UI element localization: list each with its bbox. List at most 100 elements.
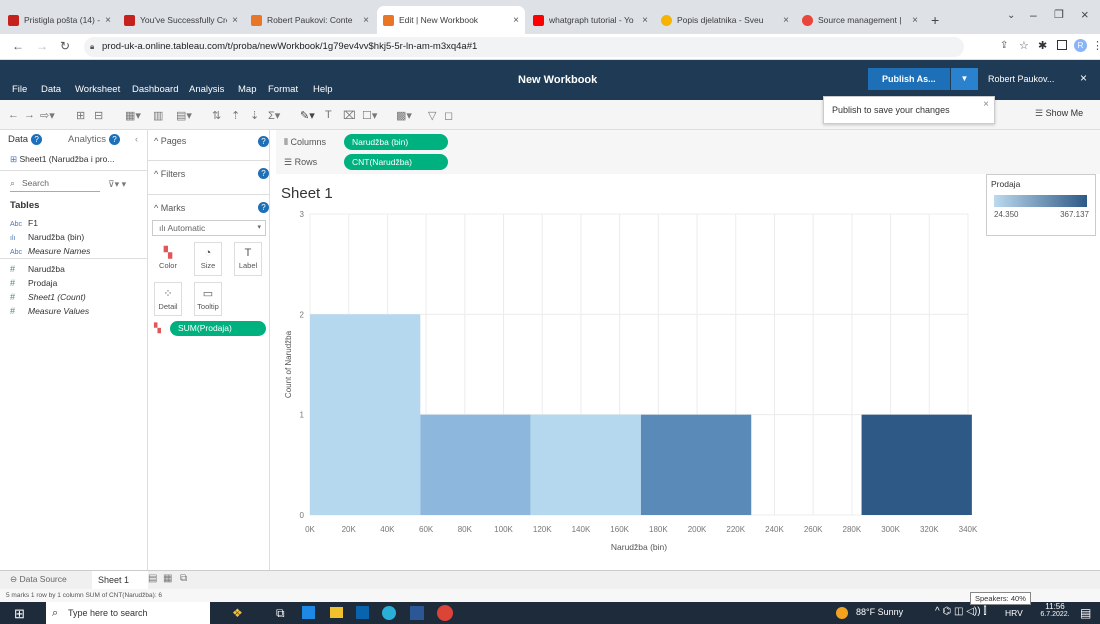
pause-updates-icon[interactable]: ⊟ [94, 109, 103, 122]
close-icon[interactable]: × [105, 15, 111, 26]
browser-tab[interactable]: whatgraph tutorial - Yo × [527, 6, 654, 34]
datasource-item[interactable]: ⊞ Sheet1 (Narudžba i pro... [10, 154, 114, 165]
word-icon[interactable] [410, 606, 424, 620]
new-datasource-icon[interactable]: ⊞ [76, 109, 85, 122]
tray-icons[interactable]: ^ ⌬ ◫ ◁)) ⫿ [935, 606, 987, 617]
tooltip-icon[interactable]: ▽ [428, 109, 436, 122]
new-dashboard-icon[interactable]: ▦ [163, 573, 172, 584]
chrome-icon[interactable] [437, 605, 453, 621]
menu-file[interactable]: File [12, 84, 27, 95]
browser-tab[interactable]: Pristigla pošta (14) - rp× [2, 6, 117, 34]
close-icon[interactable]: × [983, 99, 989, 110]
browser-tab[interactable]: You've Successfully Cre × [118, 6, 244, 34]
more-icon[interactable]: ⋮ [1092, 39, 1100, 52]
close-icon[interactable]: × [513, 15, 519, 26]
edge-icon[interactable] [382, 606, 396, 620]
restore-icon[interactable]: ❐ [1054, 8, 1064, 21]
publish-dropdown-icon[interactable]: ▼ [950, 68, 978, 90]
tab-data-source[interactable]: ⊖ Data Source [10, 574, 67, 585]
close-icon[interactable]: × [642, 15, 648, 26]
close-icon[interactable]: × [783, 15, 789, 26]
replace-datasource-icon[interactable]: ⇨▾ [40, 109, 55, 122]
browser-tab[interactable]: Source management | × [796, 6, 924, 34]
size-card[interactable]: ◔ Size [194, 242, 222, 276]
histogram-bar[interactable] [640, 414, 752, 515]
menu-help[interactable]: Help [313, 84, 333, 95]
pages-shelf[interactable]: ^ Pages [154, 136, 186, 146]
format-icon[interactable]: ⌧ [343, 109, 356, 122]
color-card[interactable]: ▚ Color [154, 242, 182, 276]
new-story-icon[interactable]: ⧉ [180, 573, 187, 584]
weather-text[interactable]: 88°F Sunny [856, 607, 903, 617]
tab-data[interactable]: Data? [8, 134, 43, 145]
menu-map[interactable]: Map [238, 84, 256, 95]
notifications-icon[interactable]: ▤ [1080, 606, 1091, 620]
sidebar-icon[interactable] [1057, 40, 1067, 50]
close-icon[interactable]: × [912, 15, 918, 26]
reload-icon[interactable]: ↻ [60, 39, 70, 53]
menu-data[interactable]: Data [41, 84, 61, 95]
sort-desc-icon[interactable]: ⇣ [250, 109, 259, 122]
chevron-down-icon[interactable]: ⌄ [1007, 10, 1015, 21]
sort-asc-icon[interactable]: ⇡ [231, 109, 240, 122]
search-input[interactable]: ⌕ Search [10, 178, 100, 192]
language-indicator[interactable]: HRV [1005, 608, 1023, 618]
histogram-bar[interactable] [530, 414, 641, 515]
help-icon[interactable]: ? [31, 134, 43, 145]
collapse-icon[interactable]: ^ [154, 203, 161, 213]
detail-card[interactable]: ⁘ Detail [154, 282, 182, 316]
help-icon[interactable]: ? [258, 202, 269, 213]
field-item[interactable]: # Measure Values [10, 306, 89, 316]
tooltip-card[interactable]: ▭ Tooltip [194, 282, 222, 316]
browser-tab[interactable]: Robert Paukovi: Conte × [245, 6, 375, 34]
redo-icon[interactable]: → [24, 109, 35, 121]
star-icon[interactable]: ☆ [1019, 39, 1029, 52]
field-item[interactable]: ılı Narudžba (bin) [10, 232, 84, 242]
highlight-icon[interactable]: ✎▾ [300, 109, 315, 122]
close-window-icon[interactable]: × [1081, 7, 1089, 22]
label-card[interactable]: T Label [234, 242, 262, 276]
histogram-bar[interactable] [310, 314, 421, 515]
filter-icon[interactable]: ⊽▾ ▾ [108, 179, 126, 190]
show-cards-icon[interactable]: ▩▾ [396, 109, 412, 122]
profile-avatar[interactable]: R [1074, 39, 1087, 52]
back-icon[interactable]: ← [12, 39, 24, 53]
help-icon[interactable]: ? [109, 134, 121, 145]
minimize-icon[interactable]: – [1030, 8, 1037, 22]
help-icon[interactable]: ? [258, 168, 269, 179]
mark-type-dropdown[interactable]: ılı Automatic ▾ [152, 220, 266, 236]
undo-icon[interactable]: ← [8, 109, 19, 121]
duplicate-sheet-icon[interactable]: ▥ [153, 109, 163, 122]
address-bar[interactable]: 🔒︎ prod-uk-a.online.tableau.com/t/proba/… [84, 37, 964, 57]
close-icon[interactable]: × [1080, 71, 1087, 85]
field-item[interactable]: Abc Measure Names [10, 246, 90, 256]
field-item[interactable]: Abc F1 [10, 218, 38, 228]
folder-icon[interactable] [330, 607, 343, 618]
menu-format[interactable]: Format [268, 84, 298, 95]
new-worksheet-icon[interactable]: ▤ [148, 573, 157, 584]
share-icon[interactable]: ⇪ [1000, 40, 1008, 51]
browser-tab[interactable]: Popis djelatnika - Sveu × [655, 6, 795, 34]
sum-icon[interactable]: Σ▾ [268, 109, 280, 122]
widget-icon[interactable]: ❖ [232, 606, 243, 620]
tab-sheet1[interactable]: Sheet 1 [92, 571, 148, 589]
new-tab-icon[interactable]: + [931, 12, 939, 28]
taskbar-search[interactable]: ⌕ Type here to search [46, 602, 210, 624]
new-worksheet-icon[interactable]: ▦▾ [125, 109, 141, 122]
field-item[interactable]: # Sheet1 (Count) [10, 292, 86, 302]
windows-start-icon[interactable]: ⊞ [14, 606, 25, 622]
menu-worksheet[interactable]: Worksheet [75, 84, 120, 95]
store-icon[interactable] [302, 606, 315, 619]
columns-pill[interactable]: Narudžba (bin) [344, 134, 448, 150]
browser-tab-active[interactable]: Edit | New Workbook × [377, 6, 525, 34]
histogram-bar[interactable] [420, 414, 531, 515]
comment-icon[interactable]: ◻ [444, 109, 453, 122]
user-menu[interactable]: Robert Paukov... [980, 68, 1072, 90]
field-item[interactable]: # Prodaja [10, 278, 57, 288]
close-icon[interactable]: × [363, 15, 369, 26]
tab-analytics[interactable]: Analytics? [68, 134, 121, 145]
field-item[interactable]: # Narudžba [10, 264, 65, 274]
sum-prodaja-pill[interactable]: SUM(Prodaja) [170, 321, 266, 336]
filters-shelf[interactable]: ^ Filters [154, 169, 185, 179]
menu-dashboard[interactable]: Dashboard [132, 84, 178, 95]
